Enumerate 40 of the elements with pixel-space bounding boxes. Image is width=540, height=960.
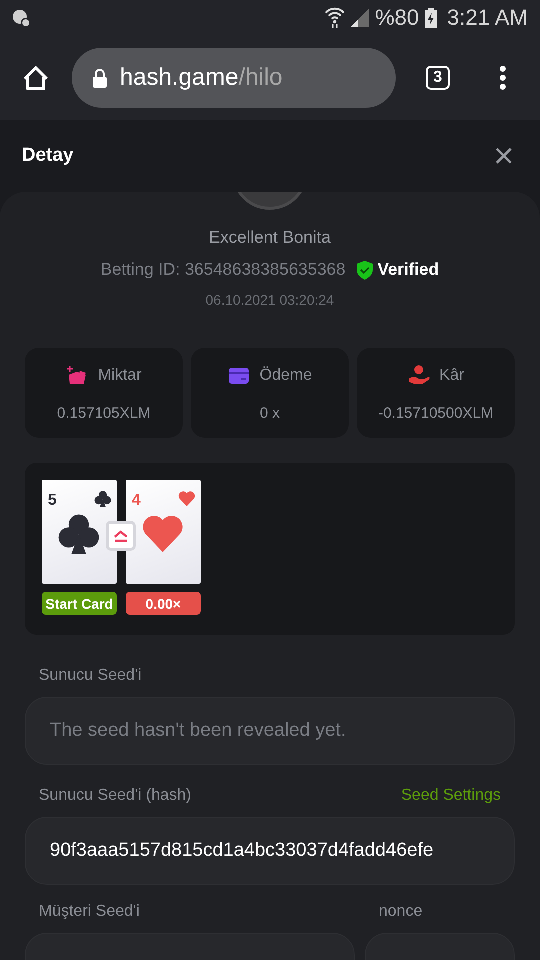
- club-icon: [57, 512, 101, 556]
- field-label: nonce: [379, 903, 423, 921]
- tab-count-button[interactable]: 3: [426, 66, 450, 90]
- stat-label: Kâr: [440, 366, 464, 384]
- menu-icon[interactable]: [500, 66, 506, 90]
- home-icon[interactable]: [22, 64, 50, 92]
- playing-card: 5: [42, 480, 117, 584]
- stat-label: Miktar: [98, 366, 142, 384]
- heart-icon: [178, 490, 196, 508]
- server-seed-field[interactable]: The seed hasn't been revealed yet.: [25, 697, 515, 765]
- playing-card: 4: [126, 480, 201, 584]
- card-result-badge: 0.00×: [126, 592, 201, 615]
- wifi-icon: [325, 7, 346, 29]
- hand-coin-icon: [408, 364, 430, 386]
- club-icon: [94, 490, 112, 508]
- close-icon[interactable]: [496, 148, 512, 164]
- stat-value: 0.157105XLM: [57, 404, 151, 422]
- page-title: Detay: [22, 145, 74, 167]
- stat-value: -0.15710500XLM: [378, 404, 494, 422]
- betting-id: Betting ID: 36548638385635368: [100, 260, 346, 280]
- player-name: Excellent Bonita: [208, 228, 332, 248]
- field-label: Sunucu Seed'i: [39, 667, 142, 685]
- verified-label: Verified: [378, 260, 440, 280]
- bag-icon: [66, 364, 88, 386]
- card-result-badge: Start Card: [42, 592, 117, 615]
- bet-date: 06.10.2021 03:20:24: [204, 292, 336, 308]
- field-label: Sunucu Seed'i (hash): [39, 787, 192, 805]
- lock-icon: [92, 68, 108, 88]
- field-label: Müşteri Seed'i: [39, 903, 140, 921]
- stat-value: 0 x: [260, 404, 280, 422]
- server-seed-hash-field[interactable]: 90f3aaa5157d815cd1a4bc33037d4fadd46efe: [25, 817, 515, 885]
- address-bar[interactable]: hash.game/hilo: [72, 48, 396, 108]
- stat-label: Ödeme: [260, 366, 312, 384]
- battery-percent: %80: [375, 5, 420, 31]
- clock-time: 3:21 AM: [447, 5, 528, 31]
- notification-icon: [12, 9, 30, 27]
- battery-icon: [425, 8, 438, 28]
- shield-check-icon: [356, 260, 374, 280]
- seed-settings-link[interactable]: Seed Settings: [401, 787, 501, 805]
- signal-icon: [351, 9, 370, 27]
